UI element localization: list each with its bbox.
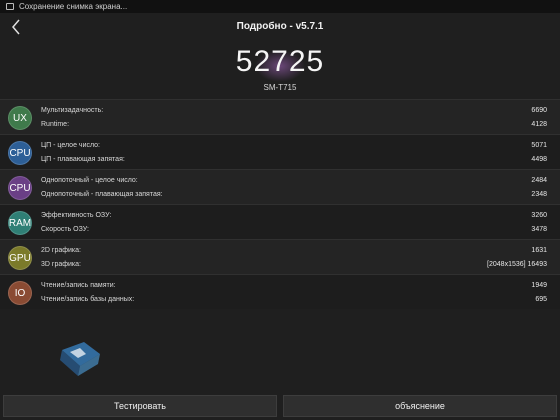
result-row-ux: UX Мультизадачность: 6690 Runtime: 4128 xyxy=(0,99,560,134)
result-label: 3D графика: xyxy=(41,261,81,268)
result-value: 3260 xyxy=(531,212,547,219)
result-value: 4498 xyxy=(531,156,547,163)
cpu-badge-icon: CPU xyxy=(8,141,32,165)
result-label: Чтение/запись базы данных: xyxy=(41,296,135,303)
result-label: Runtime: xyxy=(41,121,70,128)
result-value: 695 xyxy=(535,296,547,303)
page-title: Подробно - v5.7.1 xyxy=(236,21,324,32)
explain-button[interactable]: объяснение xyxy=(283,395,557,417)
status-notification: Сохранение снимка экрана... xyxy=(19,2,128,11)
result-value: 1631 xyxy=(531,247,547,254)
result-value: 2348 xyxy=(531,191,547,198)
result-row-gpu: GPU 2D графика: 1631 3D графика: [2048x1… xyxy=(0,239,560,274)
result-value: 4128 xyxy=(531,121,547,128)
result-label: Чтение/запись памяти: xyxy=(41,282,116,289)
total-score: 52725 xyxy=(235,45,325,78)
device-model: SM-T715 xyxy=(263,83,297,92)
ux-badge-icon: UX xyxy=(8,106,32,130)
result-row-io: IO Чтение/запись памяти: 1949 Чтение/зап… xyxy=(0,274,560,309)
ram-badge-icon: RAM xyxy=(8,211,32,235)
result-label: Однопоточный - целое число: xyxy=(41,177,138,184)
result-value: 6690 xyxy=(531,107,547,114)
result-label: Однопоточный - плавающая запятая: xyxy=(41,191,163,198)
results-list: UX Мультизадачность: 6690 Runtime: 4128 … xyxy=(0,99,560,309)
result-label: ЦП - плавающая запятая: xyxy=(41,156,125,163)
result-label: Скорость ОЗУ: xyxy=(41,226,90,233)
screenshot-icon xyxy=(6,3,14,10)
result-value: [2048x1536] 16493 xyxy=(487,261,547,268)
cpu-single-badge-icon: CPU xyxy=(8,176,32,200)
gpu-badge-icon: GPU xyxy=(8,246,32,270)
result-row-single-thread: CPU Однопоточный - целое число: 2484 Одн… xyxy=(0,169,560,204)
result-label: ЦП - целое число: xyxy=(41,142,100,149)
test-button[interactable]: Тестировать xyxy=(3,395,277,417)
result-value: 5071 xyxy=(531,142,547,149)
result-row-cpu: CPU ЦП - целое число: 5071 ЦП - плавающа… xyxy=(0,134,560,169)
io-badge-icon: IO xyxy=(8,281,32,305)
top-bar: Подробно - v5.7.1 xyxy=(0,13,560,41)
result-value: 2484 xyxy=(531,177,547,184)
result-label: Мультизадачность: xyxy=(41,107,104,114)
result-label: 2D графика: xyxy=(41,247,81,254)
result-value: 1949 xyxy=(531,282,547,289)
status-bar: Сохранение снимка экрана... xyxy=(0,0,560,13)
watermark-logo xyxy=(54,338,108,384)
result-label: Эффективность ОЗУ: xyxy=(41,212,112,219)
result-row-ram: RAM Эффективность ОЗУ: 3260 Скорость ОЗУ… xyxy=(0,204,560,239)
result-value: 3478 xyxy=(531,226,547,233)
